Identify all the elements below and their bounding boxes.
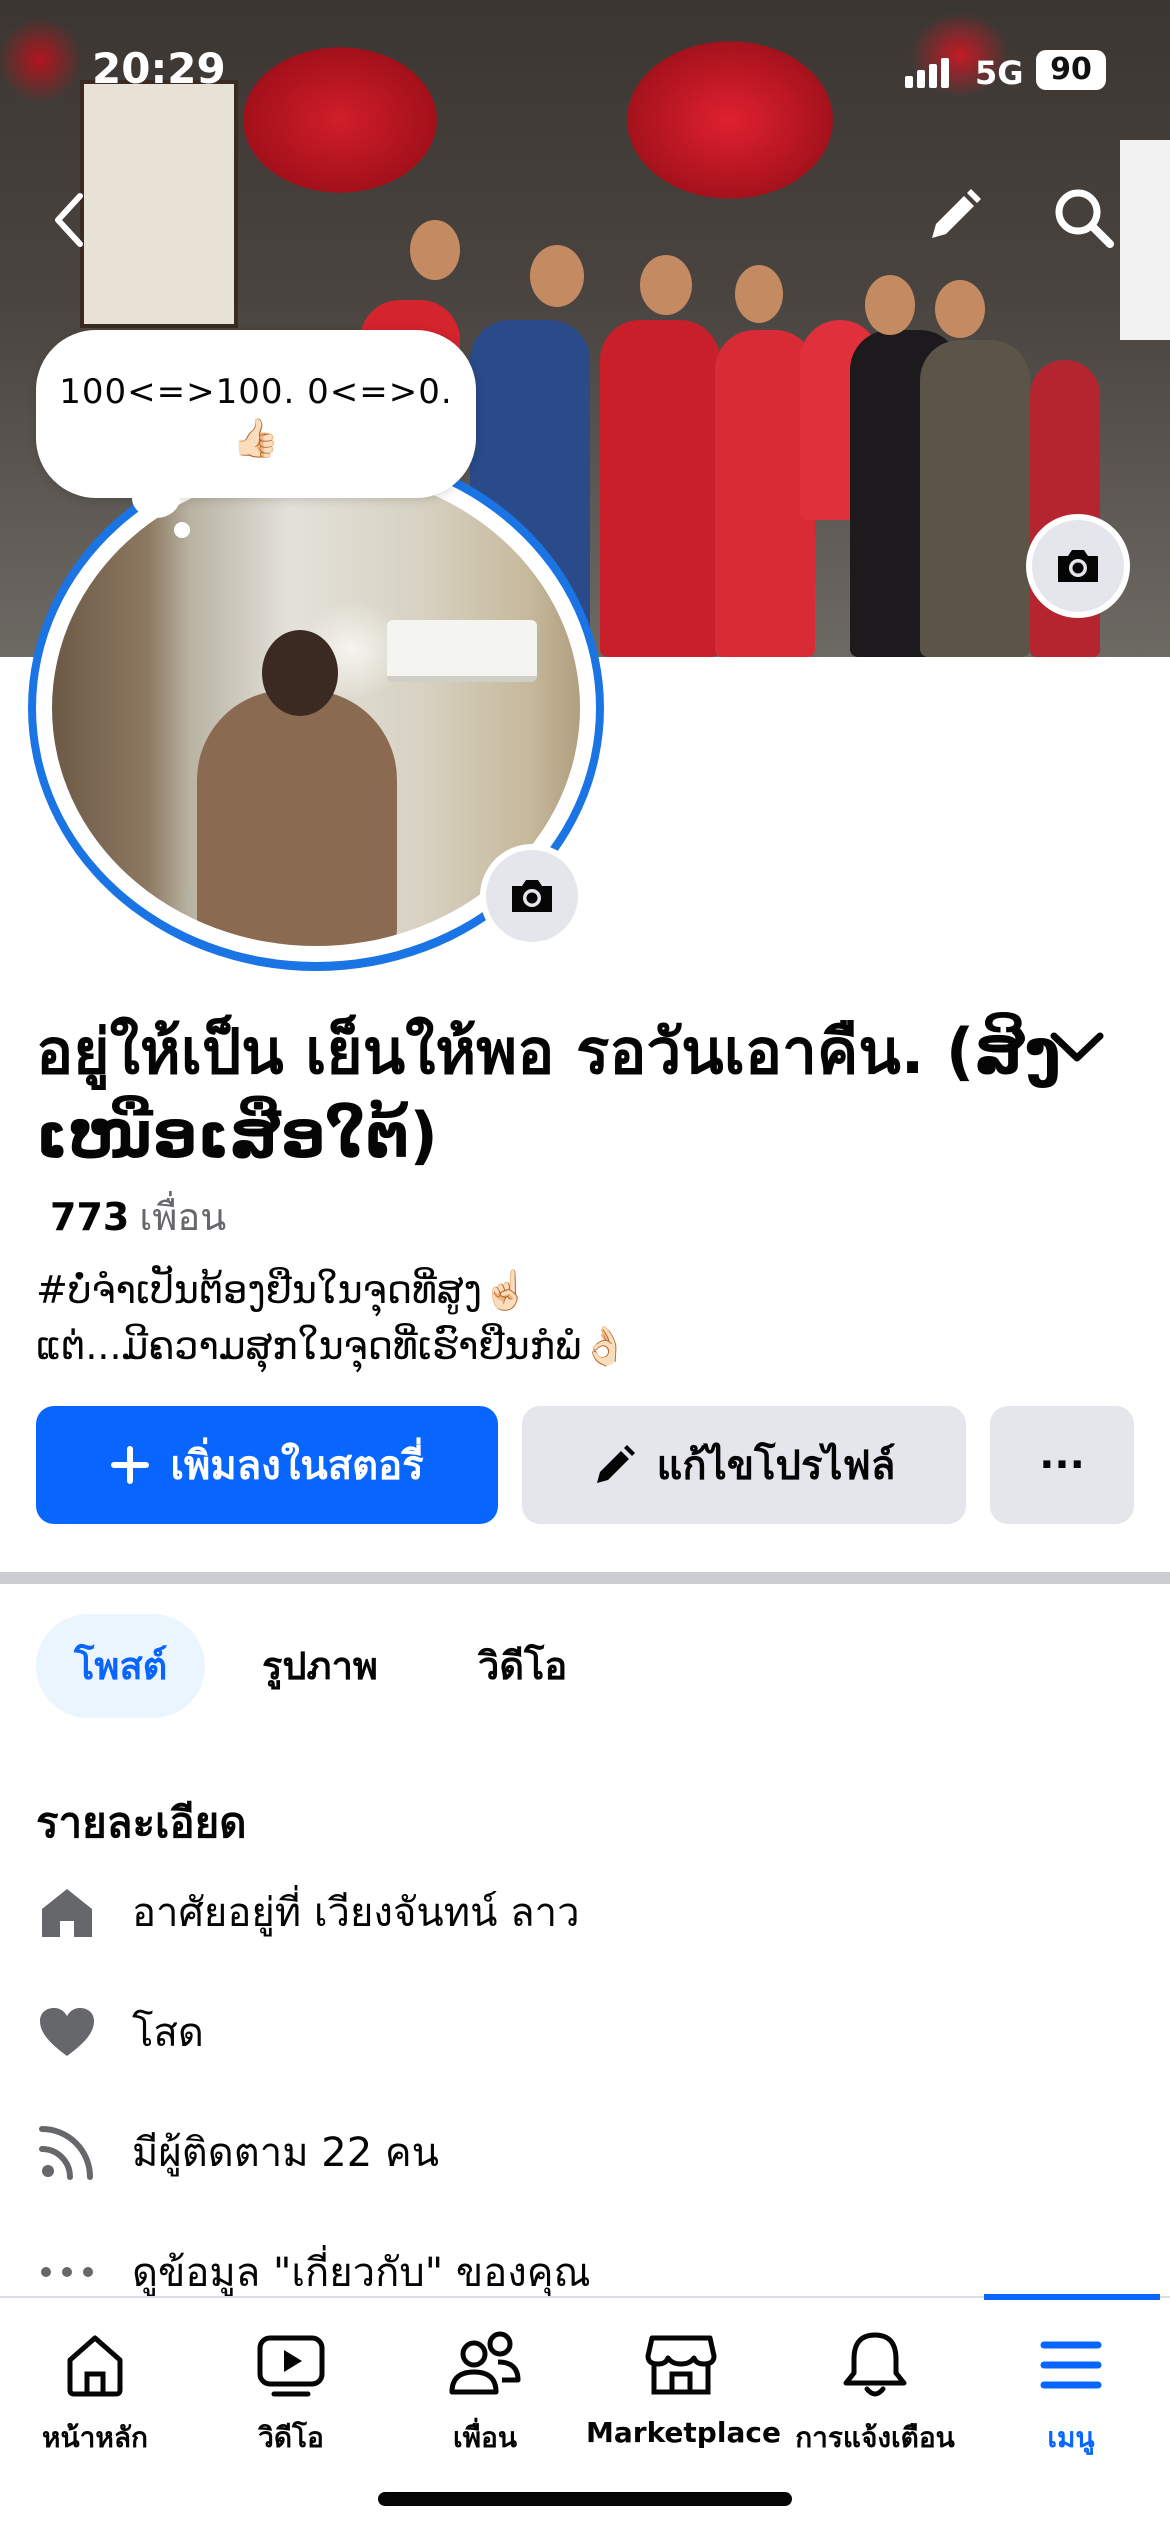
bio-line: ແຕ່...ມີຄວາມສຸກໃນຈຸດທີ່ເຮົາຢືນກໍພໍ👌🏻: [36, 1324, 629, 1368]
tab-videos[interactable]: วิดีโอ: [440, 1614, 605, 1718]
friends-number: 773: [50, 1195, 130, 1239]
details-heading: รายละเอียด: [36, 1798, 247, 1847]
edit-profile-label: แก้ไขโปรไฟล์: [656, 1443, 896, 1489]
detail-relationship[interactable]: โสด: [36, 2000, 204, 2064]
thumbs-up-emoji: 👍🏻: [232, 416, 280, 460]
nav-label: Marketplace: [586, 2416, 781, 2449]
edit-profile-button[interactable]: แก้ไขโปรไฟล์: [522, 1406, 966, 1524]
more-options-button[interactable]: ···: [990, 1406, 1134, 1524]
detail-text: โสด: [132, 2010, 204, 2056]
tab-posts[interactable]: โพสต์: [36, 1614, 206, 1718]
nav-notifications[interactable]: การแจ้งเตือน: [780, 2328, 970, 2460]
detail-followers[interactable]: มีผู้ติดตาม 22 คน: [36, 2120, 439, 2184]
rss-icon: [36, 2121, 98, 2183]
home-icon: [0, 2328, 190, 2402]
cover-shop-sign: [80, 80, 238, 328]
nav-label: เมนู: [1047, 2421, 1095, 2454]
heart-icon: [36, 2001, 98, 2063]
battery-indicator: 90: [1036, 50, 1106, 90]
profile-bio: #ບໍ່ຈຳເປັນຕ້ອງຢືນໃນຈຸດທີ່ສູງ☝🏻 ແຕ່...ມີຄ…: [36, 1262, 1136, 1374]
tab-photos[interactable]: รูปภาพ: [224, 1614, 416, 1718]
pencil-icon: [593, 1443, 637, 1487]
profile-name: อยู่ให้เป็น เย็นให้พอ รอวันเอาคืน. (ສິງ …: [36, 1015, 1061, 1172]
person-head: [262, 630, 338, 716]
menu-icon: [976, 2328, 1166, 2402]
cover-wall: [1120, 140, 1170, 340]
nav-label: เพื่อน: [453, 2421, 517, 2454]
air-conditioner: [387, 620, 537, 682]
detail-lives-in[interactable]: อาศัยอยู่ที่ เวียงจันทน์ ลาว: [36, 1880, 580, 1944]
camera-icon: [1058, 550, 1098, 582]
search-icon[interactable]: [1052, 186, 1116, 254]
active-tab-indicator: [984, 2294, 1160, 2300]
home-icon: [36, 1881, 98, 1943]
add-to-story-button[interactable]: เพิ่มลงในสตอรี่: [36, 1406, 498, 1524]
video-icon: [196, 2328, 386, 2402]
detail-text: อาศัยอยู่ที่ เวียงจันทน์ ลาว: [132, 1890, 580, 1936]
home-indicator: [378, 2492, 792, 2506]
nav-home[interactable]: หน้าหลัก: [0, 2328, 190, 2460]
avatar-camera-button[interactable]: [480, 844, 584, 948]
nav-menu[interactable]: เมนู: [976, 2328, 1166, 2460]
camera-icon: [512, 880, 552, 912]
bio-line: #ບໍ່ຈຳເປັນຕ້ອງຢືນໃນຈຸດທີ່ສູງ☝🏻: [36, 1268, 530, 1312]
marketplace-icon: [586, 2328, 776, 2402]
chevron-down-icon[interactable]: [1046, 1022, 1108, 1076]
plus-icon: [110, 1445, 150, 1485]
section-divider: [0, 1572, 1170, 1584]
detail-text: มีผู้ติดตาม 22 คน: [132, 2130, 439, 2176]
note-text: 100<=>100. 0<=>0.: [59, 372, 453, 412]
edit-pencil-icon[interactable]: [924, 186, 984, 250]
bell-icon: [780, 2328, 970, 2402]
signal-icon: [905, 58, 953, 88]
more-dots-icon: ···: [1039, 1442, 1085, 1488]
more-dots-icon: [36, 2241, 98, 2303]
note-bubble[interactable]: 100<=>100. 0<=>0. 👍🏻: [36, 330, 476, 498]
cover-camera-button[interactable]: [1026, 514, 1130, 618]
person-back: [197, 690, 397, 946]
back-icon[interactable]: [50, 190, 90, 254]
note-bubble-tail-dot: [174, 522, 190, 538]
nav-label: การแจ้งเตือน: [795, 2421, 955, 2454]
nav-label: วิดีโอ: [258, 2421, 324, 2454]
nav-friends[interactable]: เพื่อน: [390, 2328, 580, 2460]
detail-text: ดูข้อมูล "เกี่ยวกับ" ของคุณ: [132, 2250, 591, 2296]
add-to-story-label: เพิ่มลงในสตอรี่: [170, 1443, 424, 1489]
nav-marketplace[interactable]: Marketplace: [586, 2328, 781, 2449]
friends-count[interactable]: 773 เพื่อน: [50, 1186, 226, 1247]
nav-video[interactable]: วิดีโอ: [196, 2328, 386, 2460]
status-time: 20:29: [92, 44, 226, 93]
network-type: 5G: [975, 54, 1024, 92]
nav-label: หน้าหลัก: [42, 2421, 148, 2454]
cover-person: [600, 320, 720, 657]
see-about-info[interactable]: ดูข้อมูล "เกี่ยวกับ" ของคุณ: [36, 2240, 591, 2304]
friends-label: เพื่อน: [139, 1195, 227, 1239]
cover-person: [920, 340, 1030, 657]
friends-icon: [390, 2328, 580, 2402]
note-bubble-tail: [132, 478, 180, 518]
